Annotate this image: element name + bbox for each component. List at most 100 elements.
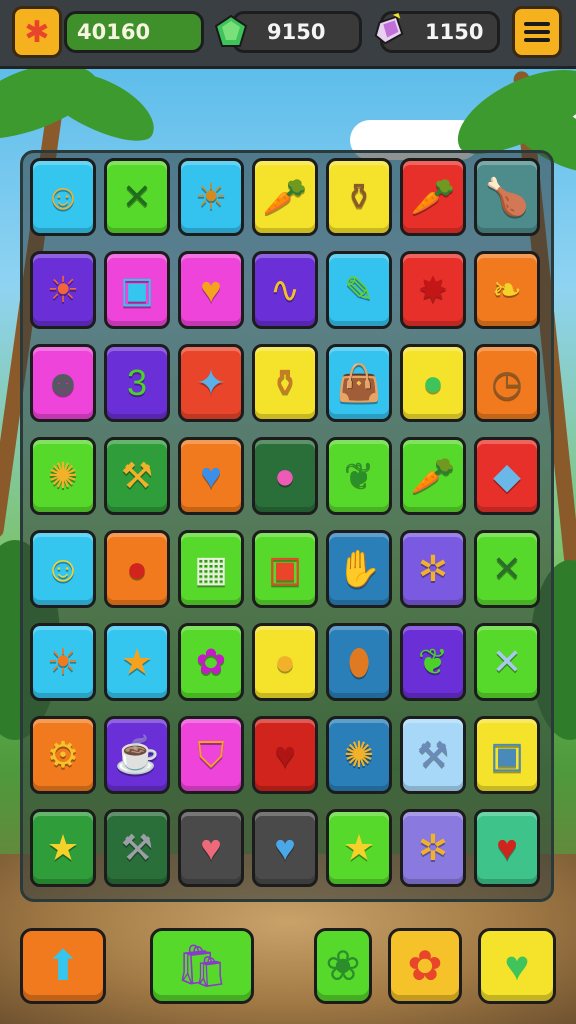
sun-icon: ☀ bbox=[46, 641, 80, 682]
brush-icon: ✎ bbox=[343, 269, 375, 310]
hamburger-menu-icon bbox=[524, 22, 550, 42]
game-tile[interactable]: ● bbox=[252, 623, 318, 701]
puzzle-piece-icon: ✱ bbox=[24, 15, 50, 49]
green-gem-icon bbox=[214, 14, 248, 48]
game-tile[interactable]: ✲ bbox=[400, 809, 466, 887]
game-tile[interactable]: ▦ bbox=[178, 530, 244, 608]
game-tile[interactable]: ▣ bbox=[252, 530, 318, 608]
carrot-icon: 🥕 bbox=[262, 176, 308, 217]
heart-icon: ♥ bbox=[200, 455, 222, 496]
game-tile[interactable]: ⚱ bbox=[326, 158, 392, 236]
game-tile[interactable]: ♥ bbox=[252, 809, 318, 887]
crossed-swords-icon: ✕ bbox=[491, 641, 523, 682]
game-tile[interactable]: ☀ bbox=[30, 251, 96, 329]
tile-grid: ☺ ✕ ☀ 🥕 ⚱ 🥕 🍗 ☀ ▣ ♥ ∿ ✎ ✸ ❧ ☻ 3 ✦ ⚱ 👜 ● ◷ ✺ ⚒ ♥ ● ❦ 🥕 ◆ ☺ ● ▦ ▣ ✋ ✲ ✕ ☀ ★ ✿ ● ⬮… bbox=[30, 158, 550, 893]
lemon-icon: ● bbox=[274, 641, 296, 682]
sun-creature-icon: ✲ bbox=[417, 827, 449, 868]
game-tile[interactable]: ∿ bbox=[252, 251, 318, 329]
game-tile[interactable]: ● bbox=[400, 344, 466, 422]
shop-button[interactable]: 🛍 bbox=[150, 928, 254, 1004]
sun-face-icon: ☀ bbox=[46, 269, 80, 310]
jar-icon: ⚱ bbox=[343, 176, 375, 217]
crystal-icon bbox=[372, 13, 406, 47]
game-tile[interactable]: ⛉ bbox=[178, 716, 244, 794]
game-tile[interactable]: ✦ bbox=[178, 344, 244, 422]
game-tile[interactable]: 🥕 bbox=[400, 437, 466, 515]
kite-icon: ◆ bbox=[493, 455, 521, 496]
heart-icon: ♥ bbox=[200, 269, 222, 310]
game-tile[interactable]: ★ bbox=[326, 809, 392, 887]
crossed-sticks-icon: ✕ bbox=[121, 176, 153, 217]
game-tile[interactable]: 🥕 bbox=[400, 158, 466, 236]
coins-counter: 40160 bbox=[64, 11, 204, 53]
game-tile[interactable]: ✋ bbox=[326, 530, 392, 608]
game-tile[interactable]: ★ bbox=[30, 809, 96, 887]
game-tile[interactable]: ❦ bbox=[326, 437, 392, 515]
game-tile[interactable]: ▣ bbox=[474, 716, 540, 794]
game-tile[interactable]: ✕ bbox=[474, 530, 540, 608]
game-tile[interactable]: ⚒ bbox=[400, 716, 466, 794]
game-tile[interactable]: ✲ bbox=[400, 530, 466, 608]
carrot-icon: 🥕 bbox=[410, 455, 456, 496]
paw-icon: ❀ bbox=[325, 942, 361, 989]
star-icon: ★ bbox=[46, 827, 80, 868]
hammer-icon: ⚒ bbox=[120, 455, 154, 496]
game-tile[interactable]: ⚙ bbox=[30, 716, 96, 794]
game-tile[interactable]: ♥ bbox=[178, 251, 244, 329]
robot-face-icon: ☻ bbox=[44, 362, 82, 403]
game-tile[interactable]: ☺ bbox=[30, 158, 96, 236]
game-tile[interactable]: ✕ bbox=[474, 623, 540, 701]
game-tile[interactable]: ♥ bbox=[252, 716, 318, 794]
game-tile[interactable]: ✸ bbox=[400, 251, 466, 329]
boost-button[interactable]: ❀ bbox=[314, 928, 372, 1004]
mug-icon: ☕ bbox=[114, 734, 160, 775]
gear-creature-icon: ✺ bbox=[47, 455, 79, 496]
star-icon: ★ bbox=[342, 827, 376, 868]
game-tile[interactable]: ✿ bbox=[178, 623, 244, 701]
game-tile[interactable]: ⚒ bbox=[104, 809, 170, 887]
game-tile[interactable]: ♥ bbox=[474, 809, 540, 887]
game-tile[interactable]: ⚒ bbox=[104, 437, 170, 515]
game-tile[interactable]: ☀ bbox=[178, 158, 244, 236]
puzzle-button[interactable]: ✱ bbox=[12, 6, 62, 58]
game-tile[interactable]: ❦ bbox=[400, 623, 466, 701]
game-tile[interactable]: ◆ bbox=[474, 437, 540, 515]
star-icon: ★ bbox=[120, 641, 154, 682]
lives-button[interactable]: ♥ bbox=[478, 928, 556, 1004]
game-tile[interactable]: ❧ bbox=[474, 251, 540, 329]
shopping-bag-icon: 🛍 bbox=[175, 942, 229, 989]
game-tile[interactable]: ◷ bbox=[474, 344, 540, 422]
game-tile[interactable]: ☺ bbox=[30, 530, 96, 608]
game-tile[interactable]: ✺ bbox=[326, 716, 392, 794]
game-tile[interactable]: 👜 bbox=[326, 344, 392, 422]
splat-icon: ✸ bbox=[417, 269, 449, 310]
wrench-icon: ⚒ bbox=[120, 827, 154, 868]
game-tile[interactable]: ♥ bbox=[178, 437, 244, 515]
treasure-box-icon: ▣ bbox=[267, 548, 302, 589]
clock-nut-icon: ◷ bbox=[491, 362, 523, 403]
game-tile[interactable]: 3 bbox=[104, 344, 170, 422]
game-tile[interactable]: ⚱ bbox=[252, 344, 318, 422]
game-tile[interactable]: ▣ bbox=[104, 251, 170, 329]
game-tile[interactable]: ● bbox=[104, 530, 170, 608]
chili-icon: ❦ bbox=[417, 641, 449, 682]
menu-button[interactable] bbox=[512, 6, 562, 58]
game-tile[interactable]: ♥ bbox=[178, 809, 244, 887]
blob-icon: ✿ bbox=[195, 641, 227, 682]
game-tile[interactable]: 🍗 bbox=[474, 158, 540, 236]
flower-button[interactable]: ✿ bbox=[388, 928, 462, 1004]
game-tile[interactable]: ★ bbox=[104, 623, 170, 701]
game-tile[interactable]: ⬮ bbox=[326, 623, 392, 701]
game-tile[interactable]: ☕ bbox=[104, 716, 170, 794]
game-tile[interactable]: ● bbox=[252, 437, 318, 515]
game-tile[interactable]: 🥕 bbox=[252, 158, 318, 236]
apple-icon: ● bbox=[422, 362, 444, 403]
carrot-icon: 🥕 bbox=[410, 176, 456, 217]
backpack-icon: ▣ bbox=[489, 734, 524, 775]
game-tile[interactable]: ☀ bbox=[30, 623, 96, 701]
game-tile[interactable]: ✎ bbox=[326, 251, 392, 329]
game-tile[interactable]: ✺ bbox=[30, 437, 96, 515]
arrow-button[interactable]: ⬆ bbox=[20, 928, 106, 1004]
game-tile[interactable]: ☻ bbox=[30, 344, 96, 422]
game-tile[interactable]: ✕ bbox=[104, 158, 170, 236]
